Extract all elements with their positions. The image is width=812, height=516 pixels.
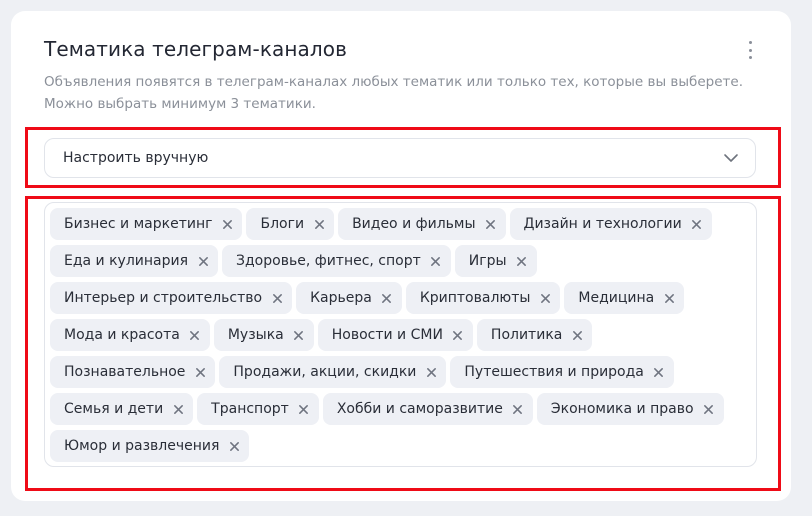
topic-tag: Интерьер и строительство bbox=[50, 282, 293, 314]
select-value: Настроить вручную bbox=[63, 150, 209, 166]
more-options-icon[interactable] bbox=[745, 41, 755, 59]
topic-tag: Здоровье, фитнес, спорт bbox=[222, 245, 451, 277]
topic-tag: Музыка bbox=[213, 319, 314, 351]
topic-tag: Еда и кулинария bbox=[50, 245, 219, 277]
topic-tag: Игры bbox=[454, 245, 537, 277]
topic-tag-label: Дизайн и технологии bbox=[523, 216, 682, 232]
topic-tag: Транспорт bbox=[197, 393, 319, 425]
close-icon[interactable] bbox=[662, 291, 676, 305]
close-icon[interactable] bbox=[227, 439, 241, 453]
close-icon[interactable] bbox=[511, 402, 525, 416]
description-line: Объявления появятся в телеграм-каналах л… bbox=[44, 74, 743, 90]
topic-tag: Криптовалюты bbox=[405, 282, 561, 314]
card-title: Тематика телеграм-каналов bbox=[44, 37, 347, 61]
topic-tag: Продажи, акции, скидки bbox=[219, 356, 447, 388]
topic-tag-label: Продажи, акции, скидки bbox=[233, 364, 417, 380]
topic-tag-label: Музыка bbox=[227, 327, 284, 343]
close-icon[interactable] bbox=[451, 328, 465, 342]
topic-tag-label: Блоги bbox=[260, 216, 305, 232]
topic-tag-label: Мода и красота bbox=[64, 327, 180, 343]
topic-tag-label: Карьера bbox=[310, 290, 372, 306]
close-icon[interactable] bbox=[220, 217, 234, 231]
topic-tag-label: Познавательное bbox=[64, 364, 186, 380]
close-icon[interactable] bbox=[570, 328, 584, 342]
topic-tag: Хобби и саморазвитие bbox=[322, 393, 533, 425]
topic-tag: Бизнес и маркетинг bbox=[50, 208, 243, 240]
topic-tags-list: Бизнес и маркетинг Блоги Видео и фильмы Диз… bbox=[50, 208, 751, 462]
topic-tag-label: Криптовалюты bbox=[419, 290, 531, 306]
close-icon[interactable] bbox=[292, 328, 306, 342]
topic-tag-label: Новости и СМИ bbox=[331, 327, 443, 343]
topic-tag: Юмор и развлечения bbox=[50, 430, 250, 462]
topic-tag-label: Игры bbox=[468, 253, 507, 269]
topic-tag-label: Семья и дети bbox=[64, 401, 164, 417]
close-icon[interactable] bbox=[690, 217, 704, 231]
close-icon[interactable] bbox=[652, 365, 666, 379]
close-icon[interactable] bbox=[196, 254, 210, 268]
description-line: Можно выбрать минимум 3 тематики. bbox=[44, 96, 316, 112]
topic-tag: Познавательное bbox=[50, 356, 216, 388]
topic-tag-label: Еда и кулинария bbox=[64, 253, 189, 269]
topic-tag: Путешествия и природа bbox=[450, 356, 674, 388]
topic-tag-label: Экономика и право bbox=[550, 401, 694, 417]
close-icon[interactable] bbox=[424, 365, 438, 379]
close-icon[interactable] bbox=[515, 254, 529, 268]
topic-tag-label: Политика bbox=[490, 327, 563, 343]
topic-tag: Политика bbox=[476, 319, 593, 351]
close-icon[interactable] bbox=[270, 291, 284, 305]
close-icon[interactable] bbox=[171, 402, 185, 416]
topic-tag-label: Интерьер и строительство bbox=[64, 290, 263, 306]
card-description: Объявления появятся в телеграм-каналах л… bbox=[44, 71, 744, 115]
topic-tag-label: Путешествия и природа bbox=[464, 364, 644, 380]
topic-tag-label: Хобби и саморазвитие bbox=[336, 401, 503, 417]
close-icon[interactable] bbox=[193, 365, 207, 379]
topic-tag: Экономика и право bbox=[536, 393, 724, 425]
topic-tag: Мода и красота bbox=[50, 319, 210, 351]
close-icon[interactable] bbox=[380, 291, 394, 305]
topic-tag-label: Бизнес и маркетинг bbox=[64, 216, 213, 232]
close-icon[interactable] bbox=[429, 254, 443, 268]
chevron-down-icon bbox=[723, 150, 739, 166]
close-icon[interactable] bbox=[312, 217, 326, 231]
topic-tag-label: Видео и фильмы bbox=[352, 216, 476, 232]
topic-tag-label: Здоровье, фитнес, спорт bbox=[236, 253, 421, 269]
selected-topics-field[interactable]: Бизнес и маркетинг Блоги Видео и фильмы Диз… bbox=[44, 202, 757, 467]
topic-tag: Блоги bbox=[246, 208, 335, 240]
topic-tag-label: Юмор и развлечения bbox=[64, 438, 220, 454]
close-icon[interactable] bbox=[702, 402, 716, 416]
close-icon[interactable] bbox=[188, 328, 202, 342]
close-icon[interactable] bbox=[297, 402, 311, 416]
topic-tag: Медицина bbox=[564, 282, 685, 314]
close-icon[interactable] bbox=[484, 217, 498, 231]
close-icon[interactable] bbox=[538, 291, 552, 305]
topic-tag: Карьера bbox=[296, 282, 402, 314]
topics-mode-select[interactable]: Настроить вручную bbox=[44, 138, 756, 178]
topic-tag-label: Медицина bbox=[578, 290, 655, 306]
topic-tag: Видео и фильмы bbox=[338, 208, 506, 240]
topic-tag: Дизайн и технологии bbox=[509, 208, 712, 240]
topic-tag: Семья и дети bbox=[50, 393, 194, 425]
topics-card: Тематика телеграм-каналов Объявления поя… bbox=[11, 11, 791, 501]
topic-tag: Новости и СМИ bbox=[317, 319, 473, 351]
topic-tag-label: Транспорт bbox=[211, 401, 289, 417]
